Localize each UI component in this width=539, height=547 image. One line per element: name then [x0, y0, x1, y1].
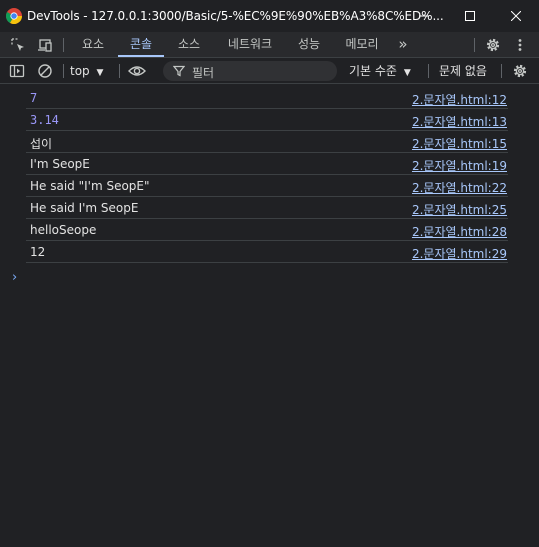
devtools-panel-tabbar: 요소 콘솔 소스 네트워크 성능 메모리 »: [0, 32, 539, 58]
context-selector[interactable]: top ▼: [70, 58, 103, 84]
caret-down-icon: ▼: [96, 68, 104, 78]
log-message: He said "I'm SeopE": [30, 179, 150, 193]
live-expression-button[interactable]: [127, 62, 147, 80]
clear-console-icon: [38, 64, 52, 78]
log-message: He said I'm SeopE: [30, 201, 139, 215]
device-toolbar-icon: [38, 39, 52, 52]
console-toolbar: top ▼ 필터 기본 수준 ▼ 문제 없음: [0, 58, 539, 84]
tab-memory[interactable]: 메모리: [337, 32, 387, 57]
log-source-link[interactable]: 2.문자열.html:12: [412, 91, 507, 108]
log-message: 섭이: [30, 137, 53, 151]
toolbar-divider: [501, 64, 502, 78]
maximize-icon: [465, 11, 475, 21]
log-message: I'm SeopE: [30, 157, 90, 171]
toolbar-divider: [63, 38, 64, 52]
console-settings-button[interactable]: [511, 62, 529, 80]
log-entry: 12 2.문자열.html:29: [26, 241, 508, 263]
tab-network[interactable]: 네트워크: [218, 32, 282, 57]
window-titlebar: DevTools - 127.0.0.1:3000/Basic/5-%EC%9E…: [0, 0, 539, 32]
close-icon: [511, 11, 521, 21]
filter-input[interactable]: 필터: [163, 61, 337, 81]
minimize-button[interactable]: [401, 0, 447, 32]
tab-elements[interactable]: 요소: [73, 32, 113, 57]
console-output: 7 2.문자열.html:12 3.14 2.문자열.html:13 섭이 2.…: [0, 84, 539, 547]
log-source-link[interactable]: 2.문자열.html:22: [412, 179, 507, 196]
log-source-link[interactable]: 2.문자열.html:15: [412, 135, 507, 152]
log-entry: helloSeope 2.문자열.html:28: [26, 219, 508, 241]
console-settings-icon: [513, 64, 527, 78]
eye-icon: [128, 66, 146, 76]
log-entry: He said "I'm SeopE" 2.문자열.html:22: [26, 175, 508, 197]
tab-performance[interactable]: 성능: [289, 32, 329, 57]
kebab-menu-button[interactable]: [511, 36, 529, 54]
log-source-link[interactable]: 2.문자열.html:29: [412, 245, 507, 262]
log-entry: 7 2.문자열.html:12: [26, 87, 508, 109]
log-entry: I'm SeopE 2.문자열.html:19: [26, 153, 508, 175]
tab-sources[interactable]: 소스: [169, 32, 209, 57]
settings-button[interactable]: [484, 36, 502, 54]
device-toolbar-button[interactable]: [36, 36, 54, 54]
context-label: top: [70, 64, 90, 78]
filter-icon: [173, 65, 185, 77]
issues-counter[interactable]: 문제 없음: [439, 58, 487, 84]
maximize-button[interactable]: [447, 0, 493, 32]
log-entry: 섭이 2.문자열.html:15: [26, 131, 508, 153]
log-source-link[interactable]: 2.문자열.html:28: [412, 223, 507, 240]
tab-console[interactable]: 콘솔: [118, 32, 164, 57]
sidebar-toggle-icon: [9, 64, 25, 78]
close-button[interactable]: [493, 0, 539, 32]
log-source-link[interactable]: 2.문자열.html:13: [412, 113, 507, 130]
sidebar-toggle-button[interactable]: [8, 62, 26, 80]
log-message: 3.14: [30, 113, 59, 127]
log-message: 7: [30, 91, 38, 105]
filter-placeholder: 필터: [192, 66, 215, 80]
toolbar-divider: [474, 38, 475, 52]
more-tabs-button[interactable]: »: [392, 32, 414, 57]
toolbar-divider: [428, 64, 429, 78]
minimize-icon: [419, 15, 429, 17]
clear-console-button[interactable]: [36, 62, 54, 80]
toolbar-divider: [63, 64, 64, 78]
log-source-link[interactable]: 2.문자열.html:25: [412, 201, 507, 218]
log-message: helloSeope: [30, 223, 97, 237]
log-source-link[interactable]: 2.문자열.html:19: [412, 157, 507, 174]
toolbar-divider: [119, 64, 120, 78]
chrome-logo-icon: [6, 8, 22, 24]
settings-icon: [486, 38, 500, 52]
log-message: 12: [30, 245, 46, 259]
log-entry: 3.14 2.문자열.html:13: [26, 109, 508, 131]
log-levels-label: 기본 수준: [349, 64, 397, 78]
window-title: DevTools - 127.0.0.1:3000/Basic/5-%EC%9E…: [27, 9, 444, 23]
log-levels-dropdown[interactable]: 기본 수준 ▼: [349, 58, 411, 84]
inspect-element-icon: [11, 38, 24, 51]
inspect-element-button[interactable]: [9, 36, 27, 54]
caret-down-icon: ▼: [403, 68, 411, 78]
log-entry: He said I'm SeopE 2.문자열.html:25: [26, 197, 508, 219]
console-prompt[interactable]: ›: [12, 270, 17, 285]
kebab-menu-icon: [518, 39, 522, 51]
